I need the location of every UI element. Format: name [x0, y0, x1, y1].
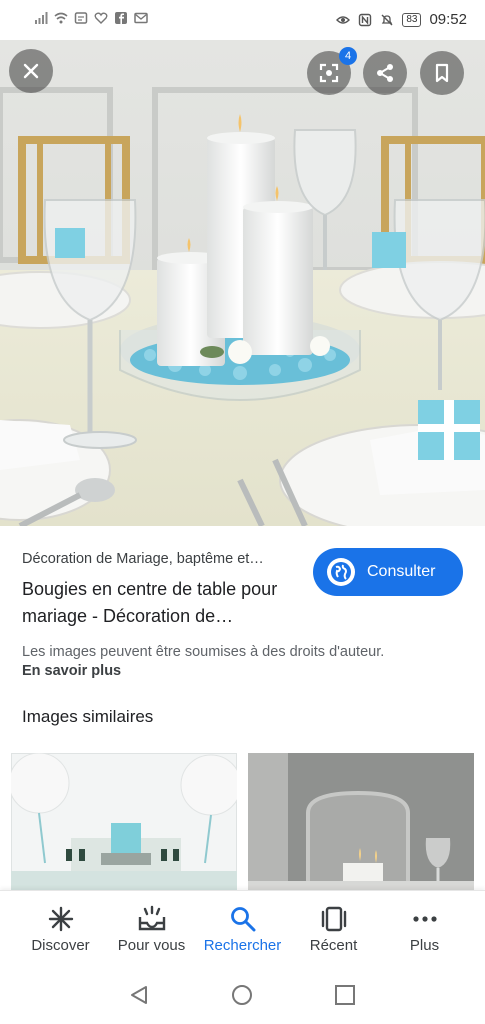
home-icon[interactable] — [231, 984, 253, 1006]
nav-rechercher[interactable]: Rechercher — [194, 891, 291, 967]
nav-plus-label: Plus — [409, 937, 440, 954]
result-source[interactable]: Décoration de Mariage, baptême et… — [22, 551, 264, 567]
search-icon — [230, 907, 255, 932]
chair-candles-photo — [248, 753, 474, 890]
result-image[interactable]: 4 — [0, 40, 485, 526]
status-right-icons: 83 09:52 — [336, 11, 467, 28]
status-left-icons — [34, 11, 148, 25]
wifi-icon — [54, 12, 68, 24]
copyright-notice: Les images peuvent être soumises à des d… — [22, 644, 385, 660]
bottom-navigation: Discover Pour vous Rechercher Récent Plu… — [0, 890, 485, 967]
nav-rechercher-label: Rechercher — [203, 937, 282, 954]
similar-image-2[interactable] — [248, 753, 474, 890]
tabs-icon — [321, 906, 346, 932]
lens-badge: 4 — [339, 47, 357, 65]
nav-plus[interactable]: Plus — [376, 891, 473, 967]
nav-pour-vous-label: Pour vous — [117, 937, 186, 954]
mute-icon — [381, 14, 393, 25]
battery-indicator: 83 — [402, 12, 422, 27]
nav-recent-label: Récent — [309, 937, 358, 954]
notification-icon — [74, 12, 88, 24]
lens-button[interactable]: 4 — [307, 47, 357, 95]
consult-button[interactable]: Consulter — [313, 548, 463, 596]
nav-discover[interactable]: Discover — [12, 891, 109, 967]
bookmark-icon — [435, 63, 449, 83]
back-icon[interactable] — [128, 984, 150, 1006]
signal-icon — [35, 12, 48, 24]
inbox-icon — [138, 905, 165, 931]
recents-icon[interactable] — [334, 984, 356, 1006]
gmail-icon — [134, 12, 148, 24]
close-icon — [23, 63, 39, 79]
facebook-icon — [115, 12, 127, 24]
similar-image-1[interactable] — [11, 753, 237, 890]
consult-label: Consulter — [367, 563, 436, 580]
nfc-icon — [359, 13, 372, 26]
candle-centerpiece-photo — [0, 40, 485, 526]
nav-pour-vous[interactable]: Pour vous — [103, 891, 200, 967]
close-button[interactable] — [9, 49, 53, 93]
share-icon — [377, 64, 393, 82]
bookmark-button[interactable] — [420, 51, 464, 95]
learn-more-link[interactable]: En savoir plus — [22, 663, 121, 679]
status-bar: 83 09:52 — [0, 0, 485, 40]
lens-icon — [319, 63, 339, 83]
heart-icon — [94, 12, 108, 24]
globe-icon — [327, 558, 355, 586]
eye-icon — [336, 15, 351, 24]
result-title[interactable]: Bougies en centre de table pour mariage … — [22, 576, 302, 630]
nav-discover-label: Discover — [31, 937, 90, 954]
more-icon — [412, 916, 437, 922]
nav-recent[interactable]: Récent — [285, 891, 382, 967]
dessert-table-photo — [11, 753, 237, 890]
similar-images-heading: Images similaires — [22, 707, 154, 726]
asterisk-icon — [48, 906, 73, 932]
status-time: 09:52 — [429, 11, 467, 28]
system-navigation — [0, 966, 485, 1024]
share-button[interactable] — [363, 51, 407, 95]
